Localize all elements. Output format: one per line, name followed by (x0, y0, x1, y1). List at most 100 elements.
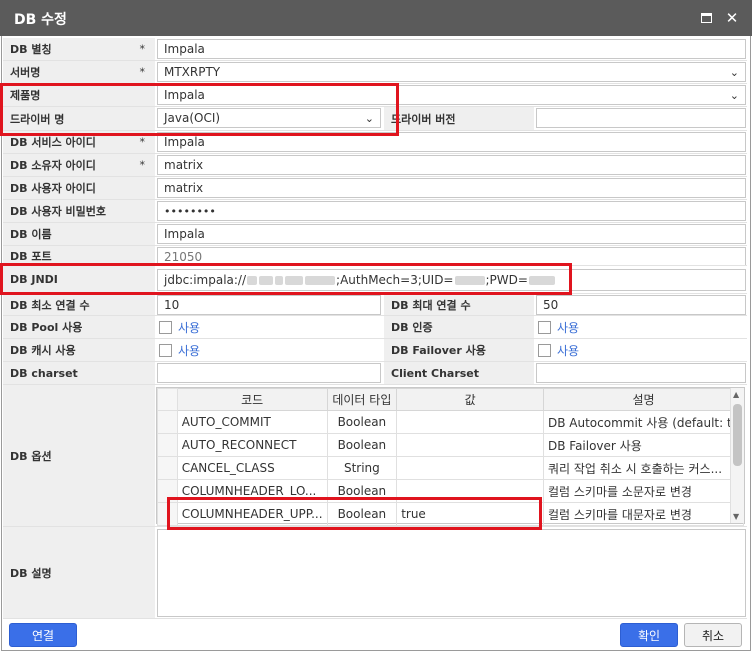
cell-code[interactable]: COLUMNHEADER_UPP... (176, 502, 328, 526)
cell-code[interactable]: AUTO_COMMIT (176, 410, 328, 434)
client-charset-input[interactable] (536, 363, 746, 383)
failover-label: DB Failover 사용 (384, 339, 534, 361)
cell-code[interactable]: COLUMNHEADER_LO... (176, 479, 328, 503)
owner-id-input[interactable]: matrix (157, 155, 746, 175)
cell-type[interactable]: Boolean (326, 410, 398, 434)
row-product: 제품명 Impala ⌄ (3, 84, 747, 107)
row-connections: DB 최소 연결 수 10 DB 최대 연결 수 50 (3, 294, 747, 316)
cell-value[interactable] (396, 410, 544, 434)
cache-label: DB 캐시 사용 (3, 339, 155, 361)
jndi-label: DB JNDI (3, 266, 155, 293)
cell-desc[interactable]: 컬럼 스키마를 소문자로 변경 (542, 479, 745, 503)
alias-input[interactable]: Impala (157, 39, 746, 59)
scroll-down-icon[interactable]: ▼ (733, 512, 739, 521)
password-input[interactable]: •••••••• (157, 201, 746, 221)
row-port: DB 포트 21050 (3, 246, 747, 266)
cache-checkbox[interactable]: 사용 (157, 340, 200, 360)
table-row[interactable]: AUTO_COMMIT Boolean DB Autocommit 사용 (de… (157, 410, 745, 434)
scroll-thumb[interactable] (733, 404, 742, 466)
column-header-value[interactable]: 값 (396, 388, 544, 411)
failover-checkbox[interactable]: 사용 (536, 340, 579, 360)
row-db-name: DB 이름 Impala (3, 223, 747, 246)
user-id-input[interactable]: matrix (157, 178, 746, 198)
cell-desc[interactable]: 컬럼 스키마를 대문자로 변경 (542, 502, 745, 526)
password-label: DB 사용자 비밀번호 (3, 200, 155, 222)
owner-id-label: DB 소유자 아이디 * (3, 154, 155, 176)
service-id-label: DB 서비스 아이디 * (3, 131, 155, 153)
driver-label: 드라이버 명 (3, 107, 155, 130)
charset-input[interactable] (157, 363, 381, 383)
cell-type[interactable]: Boolean (326, 479, 398, 503)
pool-label: DB Pool 사용 (3, 316, 155, 338)
server-label: 서버명 * (3, 61, 155, 83)
column-header-desc[interactable]: 설명 (542, 388, 745, 411)
ok-button[interactable]: 확인 (620, 623, 678, 647)
db-name-input[interactable]: Impala (157, 224, 746, 244)
chevron-down-icon: ⌄ (729, 66, 739, 79)
min-conn-label: DB 최소 연결 수 (3, 294, 155, 315)
cell-type[interactable]: String (326, 456, 398, 480)
options-grid: 코드 데이터 타입 값 설명 AUTO_COMMIT Boolean DB Au… (156, 387, 745, 526)
row-jndi: DB JNDI jdbc:impala:// ;AuthMech=3;UID= … (3, 266, 747, 294)
row-cache-failover: DB 캐시 사용 사용 DB Failover 사용 사용 (3, 339, 747, 362)
cell-code[interactable]: CANCEL_CLASS (176, 456, 328, 480)
maximize-button[interactable] (696, 8, 716, 28)
driver-version-input[interactable] (536, 108, 746, 128)
connect-button[interactable]: 연결 (9, 623, 77, 647)
close-button[interactable]: ✕ (722, 8, 742, 28)
charset-label: DB charset (3, 362, 155, 384)
cell-value[interactable] (396, 456, 544, 480)
port-label: DB 포트 (3, 246, 155, 265)
server-select[interactable]: MTXRPTY ⌄ (157, 62, 746, 82)
table-row[interactable]: AUTO_RECONNECT Boolean DB Failover 사용 (157, 433, 745, 457)
cell-desc[interactable]: DB Autocommit 사용 (default: tru... (542, 410, 745, 434)
product-select[interactable]: Impala ⌄ (157, 85, 746, 105)
row-user-id: DB 사용자 아이디 matrix (3, 177, 747, 200)
alias-label: DB 별칭 * (3, 38, 155, 60)
column-header-code[interactable]: 코드 (176, 388, 328, 411)
max-conn-label: DB 최대 연결 수 (384, 294, 534, 315)
table-row[interactable]: CANCEL_CLASS String 쿼리 작업 취소 시 호출하는 커스..… (157, 456, 745, 480)
row-alias: DB 별칭 * Impala (3, 38, 747, 61)
cell-value[interactable] (396, 479, 544, 503)
cell-code[interactable]: AUTO_RECONNECT (176, 433, 328, 457)
cell-type[interactable]: Boolean (326, 433, 398, 457)
row-driver: 드라이버 명 Java(OCI) ⌄ 드라이버 버전 (3, 107, 747, 131)
cell-desc[interactable]: 쿼리 작업 취소 시 호출하는 커스... (542, 456, 745, 480)
auth-label: DB 인증 (384, 316, 534, 338)
grid-corner (157, 388, 178, 411)
cell-value[interactable]: true (396, 502, 544, 526)
service-id-input[interactable]: Impala (157, 132, 746, 152)
chevron-down-icon: ⌄ (364, 112, 374, 125)
column-header-type[interactable]: 데이터 타입 (326, 388, 398, 411)
client-charset-label: Client Charset (384, 362, 534, 384)
row-service-id: DB 서비스 아이디 * Impala (3, 131, 747, 154)
close-icon: ✕ (725, 9, 739, 27)
max-conn-input[interactable]: 50 (536, 295, 746, 315)
cell-type[interactable]: Boolean (326, 502, 398, 526)
product-label: 제품명 (3, 84, 155, 106)
window-title: DB 수정 (14, 12, 67, 28)
port-input[interactable]: 21050 (157, 247, 746, 265)
window-titlebar: DB 수정 ✕ (0, 0, 752, 36)
cell-desc[interactable]: DB Failover 사용 (542, 433, 745, 457)
description-label: DB 설명 (3, 527, 155, 618)
table-row[interactable]: COLUMNHEADER_LO... Boolean 컬럼 스키마를 소문자로 … (157, 479, 745, 503)
options-label: DB 옵션 (3, 385, 155, 526)
auth-checkbox[interactable]: 사용 (536, 317, 579, 337)
description-textarea[interactable] (157, 529, 746, 617)
cancel-button[interactable]: 취소 (684, 623, 742, 647)
scroll-up-icon[interactable]: ▲ (733, 390, 739, 399)
db-name-label: DB 이름 (3, 223, 155, 245)
chevron-down-icon: ⌄ (729, 89, 739, 102)
driver-select[interactable]: Java(OCI) ⌄ (157, 108, 381, 128)
grid-scrollbar[interactable]: ▲ ▼ (730, 388, 744, 523)
pool-checkbox[interactable]: 사용 (157, 317, 200, 337)
row-charset: DB charset Client Charset (3, 362, 747, 385)
cell-value[interactable] (396, 433, 544, 457)
maximize-icon (700, 13, 712, 23)
row-pool-auth: DB Pool 사용 사용 DB 인증 사용 (3, 316, 747, 339)
jndi-input[interactable]: jdbc:impala:// ;AuthMech=3;UID= ;PWD= (157, 269, 746, 291)
table-row[interactable]: COLUMNHEADER_UPP... Boolean true 컬럼 스키마를… (157, 502, 745, 526)
min-conn-input[interactable]: 10 (157, 295, 381, 315)
